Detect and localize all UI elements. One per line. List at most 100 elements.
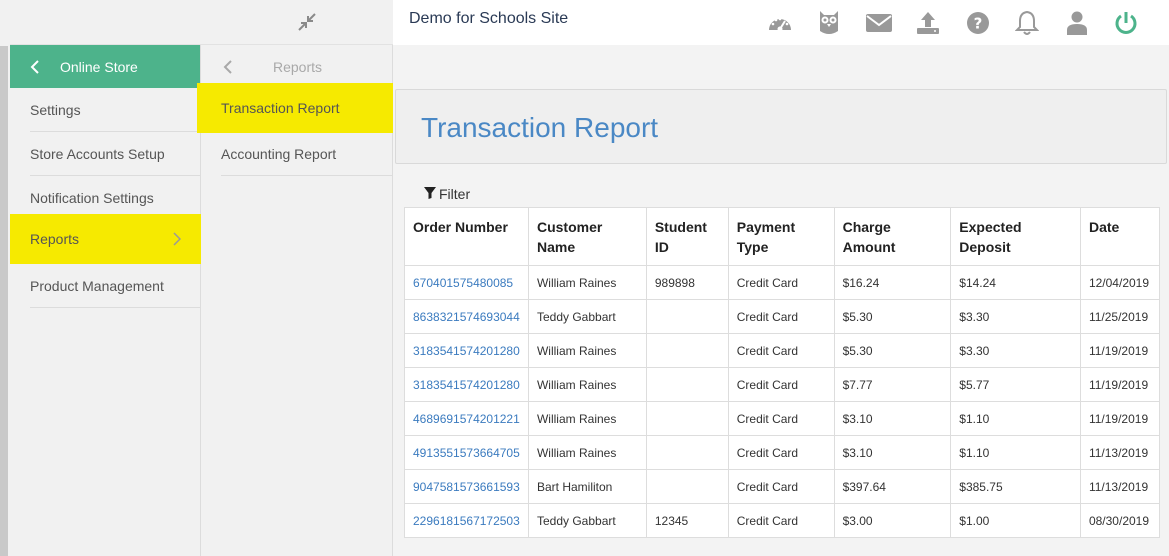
cell-customer-name: William Raines [527,367,647,402]
menu-item-transaction-report[interactable]: Transaction Report [197,83,402,133]
cell-expected-deposit: $1.10 [950,401,1081,436]
cell-payment-type: Credit Card [727,503,835,538]
toolbar: ? [755,9,1151,37]
report-header: Transaction Report [395,89,1167,164]
chevron-right-icon [173,232,182,249]
cell-student-id [645,401,729,436]
column-header-order-number[interactable]: Order Number [404,207,529,266]
menu-item-label: Reports [30,231,80,247]
cell-date: 11/25/2019 [1079,299,1161,334]
store-menu: Online Store Settings Store Accounts Set… [10,45,205,556]
cell-student-id [645,299,729,334]
cell-customer-name: Teddy Gabbart [527,299,647,334]
menu-item-label: Notification Settings [30,189,154,206]
menu-item-label: Accounting Report [221,145,337,162]
transaction-table: Order Number Customer Name Student ID Pa… [404,207,1161,538]
user-icon[interactable] [1052,9,1102,37]
table-row: 2296181567172503 Teddy Gabbart 12345 Credit… [404,503,1161,538]
menu-item-reports[interactable]: Reports [10,214,205,264]
cell-order-number[interactable]: 3183541574201280 [404,333,529,368]
filter-button[interactable]: Filter [424,186,470,202]
cell-payment-type: Credit Card [727,265,835,300]
menu-item-label: Store Accounts Setup [30,145,165,162]
page-title: Transaction Report [421,112,659,143]
cell-student-id [645,333,729,368]
bell-icon[interactable] [1003,9,1053,37]
cell-order-number[interactable]: 670401575480085 [404,265,529,300]
cell-order-number[interactable]: 9047581573661593 [404,469,529,504]
table-row: 4913551573664705 William Raines Credit Car… [404,435,1161,470]
table-header-row: Order Number Customer Name Student ID Pa… [404,207,1161,266]
cell-charge-amount: $7.77 [833,367,952,402]
cell-date: 11/19/2019 [1079,401,1161,436]
upload-icon[interactable] [904,9,954,37]
back-chevron-icon[interactable] [10,59,60,75]
menu-item-store-accounts-setup[interactable]: Store Accounts Setup [30,132,200,176]
cell-payment-type: Credit Card [727,333,835,368]
power-icon[interactable] [1102,9,1152,37]
collapse-icon[interactable] [297,12,317,32]
cell-charge-amount: $3.10 [833,435,952,470]
cell-charge-amount: $3.10 [833,401,952,436]
menu-item-label: Settings [30,101,81,118]
cell-date: 11/13/2019 [1079,469,1161,504]
cell-expected-deposit: $385.75 [950,469,1081,504]
table-row: 8638321574693044 Teddy Gabbart Credit Card… [404,299,1161,334]
online-store-title: Online Store [60,58,138,75]
column-header-expected-deposit[interactable]: Expected Deposit [950,207,1081,266]
menu-item-label: Transaction Report [221,100,340,116]
cell-charge-amount: $5.30 [833,333,952,368]
cell-expected-deposit: $5.77 [950,367,1081,402]
back-chevron-icon[interactable] [201,59,255,75]
cell-charge-amount: $397.64 [833,469,952,504]
reports-header[interactable]: Reports [201,45,393,88]
table-row: 670401575480085 William Raines 989898 Credi… [404,265,1161,300]
mail-icon[interactable] [854,9,904,37]
cell-customer-name: William Raines [527,401,647,436]
sidebar-top [10,0,393,45]
cell-order-number[interactable]: 2296181567172503 [404,503,529,538]
cell-expected-deposit: $1.00 [950,503,1081,538]
cell-customer-name: William Raines [527,333,647,368]
cell-order-number[interactable]: 3183541574201280 [404,367,529,402]
outer-sidebar-bar [0,46,8,556]
filter-icon [424,186,436,202]
menu-item-label: Product Management [30,277,164,294]
menu-item-accounting-report[interactable]: Accounting Report [221,132,393,176]
filter-label: Filter [439,186,471,202]
menu-item-settings[interactable]: Settings [30,88,200,132]
cell-expected-deposit: $3.30 [950,333,1081,368]
owl-icon[interactable] [805,9,855,37]
column-header-date[interactable]: Date [1079,207,1161,266]
reports-menu: Reports Transaction Report Accounting Re… [197,45,402,556]
cell-expected-deposit: $1.10 [950,435,1081,470]
cell-order-number[interactable]: 4689691574201221 [404,401,529,436]
column-header-customer-name[interactable]: Customer Name [527,207,647,266]
cell-student-id [645,367,729,402]
cell-charge-amount: $5.30 [833,299,952,334]
help-icon[interactable]: ? [953,9,1003,37]
cell-customer-name: William Raines [527,265,647,300]
table-row: 4689691574201221 William Raines Credit Car… [404,401,1161,436]
cell-order-number[interactable]: 4913551573664705 [404,435,529,470]
cell-payment-type: Credit Card [727,469,835,504]
menu-item-product-management[interactable]: Product Management [30,264,200,308]
column-header-payment-type[interactable]: Payment Type [727,207,835,266]
cell-student-id [645,435,729,470]
top-bar: Demo for Schools Site ? [0,0,1169,46]
outer-sidebar [0,0,10,556]
cell-student-id [645,469,729,504]
cell-order-number[interactable]: 8638321574693044 [404,299,529,334]
cell-date: 12/04/2019 [1079,265,1161,300]
cell-student-id: 989898 [645,265,729,300]
column-header-charge-amount[interactable]: Charge Amount [833,207,952,266]
table-row: 9047581573661593 Bart Hamiliton Credit Car… [404,469,1161,504]
dashboard-icon[interactable] [755,9,805,37]
cell-payment-type: Credit Card [727,401,835,436]
cell-date: 08/30/2019 [1079,503,1161,538]
reports-title: Reports [273,58,323,75]
online-store-header[interactable]: Online Store [10,45,200,88]
site-title[interactable]: Demo for Schools Site [409,10,568,28]
main-content: Transaction Report Filter Order Number C… [393,45,1169,556]
column-header-student-id[interactable]: Student ID [645,207,729,266]
